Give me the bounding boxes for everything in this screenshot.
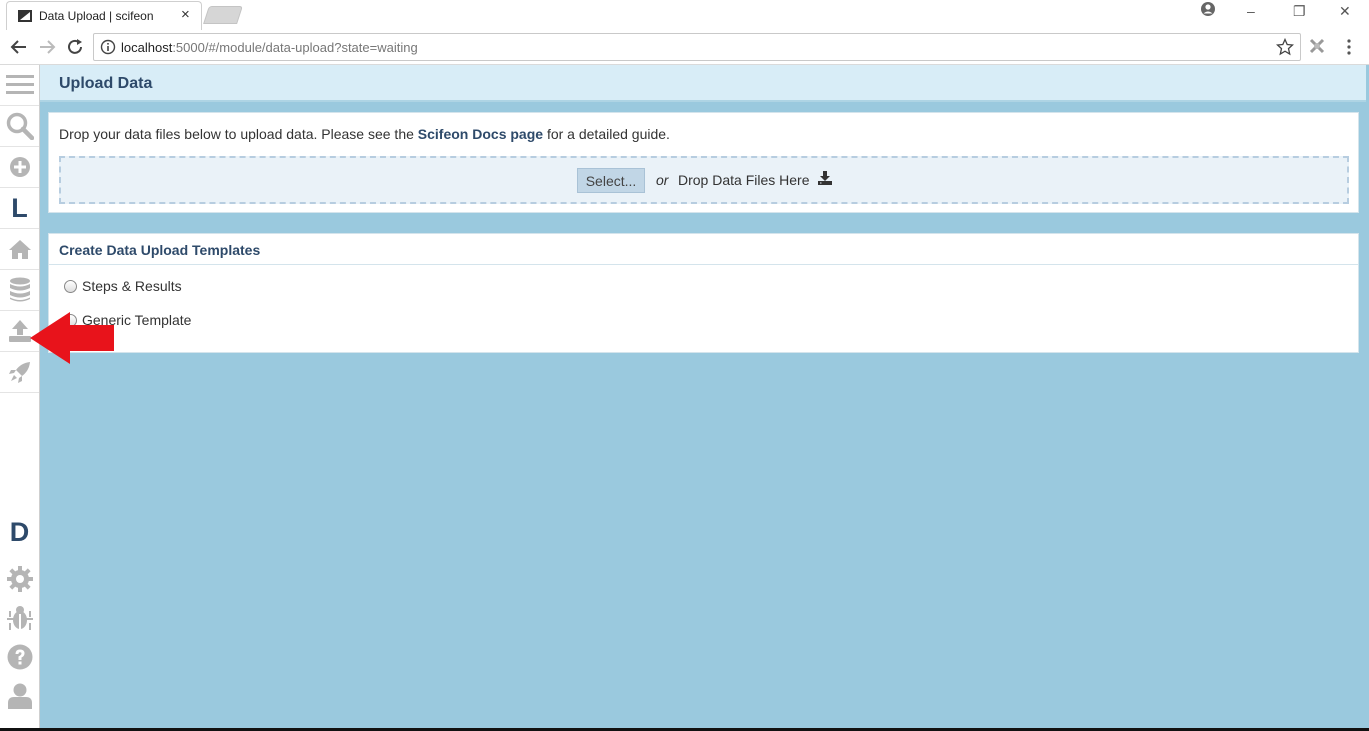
minimize-button[interactable]: –: [1247, 3, 1255, 19]
address-bar[interactable]: localhost:5000/#/module/data-upload?stat…: [93, 33, 1301, 61]
home-icon: [8, 240, 31, 259]
info-icon[interactable]: [100, 39, 116, 55]
sidebar-item-user[interactable]: [0, 675, 39, 716]
sidebar-item-search[interactable]: [0, 106, 39, 147]
extension-icon[interactable]: [1309, 38, 1325, 54]
url-host: localhost: [121, 40, 173, 55]
app-sidebar: L D: [0, 65, 40, 728]
annotation-arrow-icon: [30, 312, 114, 364]
intro-text-after: for a detailed guide.: [543, 126, 670, 142]
main-content: Upload Data Drop your data files below t…: [40, 65, 1369, 728]
sidebar-item-menu[interactable]: [0, 65, 39, 106]
search-icon: [6, 112, 34, 140]
sidebar-item-settings[interactable]: [0, 558, 39, 599]
user-icon: [7, 683, 32, 709]
templates-header: Create Data Upload Templates: [49, 234, 1358, 265]
page-title: Upload Data: [59, 75, 153, 92]
sidebar-item-home[interactable]: [0, 229, 39, 270]
rocket-icon: [8, 362, 30, 383]
gear-icon: [6, 565, 33, 592]
page-header: Upload Data: [40, 65, 1366, 102]
upload-panel: Drop your data files below to upload dat…: [48, 112, 1359, 213]
upload-instructions: Drop your data files below to upload dat…: [59, 126, 670, 142]
scifeon-docs-link[interactable]: Scifeon Docs page: [418, 126, 543, 142]
intro-text-before: Drop your data files below to upload dat…: [59, 126, 418, 142]
sidebar-item-d[interactable]: D: [0, 512, 39, 553]
reload-icon[interactable]: [65, 37, 85, 57]
sidebar-letter-d: D: [9, 517, 30, 547]
add-circle-icon: [9, 157, 30, 177]
close-window-button[interactable]: ✕: [1339, 3, 1351, 20]
menu-icon: [5, 75, 34, 94]
forward-arrow-icon[interactable]: [37, 37, 57, 57]
sidebar-item-debug[interactable]: [0, 597, 39, 638]
help-icon: [7, 644, 32, 669]
drop-files-label: Drop Data Files Here: [678, 172, 810, 188]
browser-toolbar: localhost:5000/#/module/data-upload?stat…: [0, 30, 1369, 65]
sidebar-item-l[interactable]: L: [0, 188, 39, 229]
url-path: :5000/#/module/data-upload?state=waiting: [172, 40, 418, 55]
profile-icon[interactable]: [1200, 1, 1216, 17]
radio-steps-results[interactable]: Steps & Results: [64, 278, 182, 294]
file-drop-zone[interactable]: Select... or Drop Data Files Here: [59, 156, 1349, 204]
templates-panel: Create Data Upload Templates Steps & Res…: [48, 233, 1359, 353]
templates-title: Create Data Upload Templates: [59, 242, 261, 258]
url-text: localhost:5000/#/module/data-upload?stat…: [121, 40, 418, 55]
new-tab-button[interactable]: [203, 6, 243, 24]
sidebar-item-database[interactable]: [0, 270, 39, 311]
sidebar-letter-l: L: [11, 192, 28, 223]
select-files-button[interactable]: Select...: [577, 168, 645, 193]
tab-close-icon[interactable]: ×: [181, 6, 190, 24]
radio-button[interactable]: [64, 279, 77, 293]
tab-strip: Data Upload | scifeon × – ❐ ✕: [0, 0, 1369, 30]
bug-icon: [6, 605, 33, 630]
download-icon: [818, 171, 832, 185]
restore-button[interactable]: ❐: [1293, 3, 1306, 20]
browser-menu-icon[interactable]: [1344, 38, 1354, 56]
bookmark-star-icon[interactable]: [1276, 38, 1294, 56]
scifeon-favicon-icon: [18, 10, 32, 22]
or-label: or: [656, 172, 669, 188]
database-icon: [9, 277, 30, 302]
radio-label: Steps & Results: [82, 278, 182, 294]
sidebar-item-add[interactable]: [0, 147, 39, 188]
sidebar-item-help[interactable]: [0, 636, 39, 677]
tab-data-upload[interactable]: Data Upload | scifeon ×: [6, 1, 202, 30]
tab-title: Data Upload | scifeon: [39, 9, 154, 23]
back-arrow-icon[interactable]: [9, 37, 29, 57]
